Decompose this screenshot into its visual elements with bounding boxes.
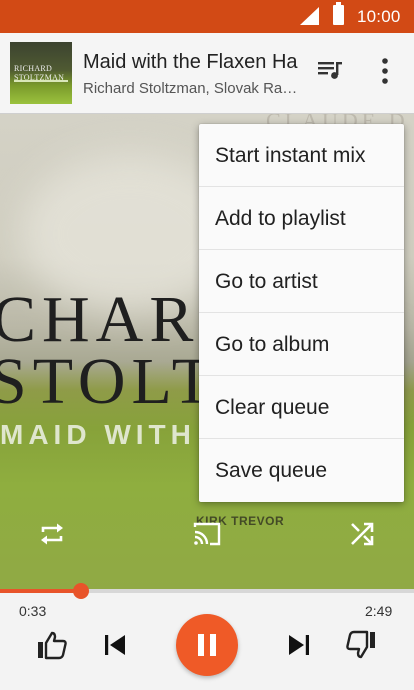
- status-bar: 10:00: [0, 0, 414, 33]
- signal-icon: [300, 7, 319, 25]
- now-playing-header[interactable]: RICHARD STOLTZMAN Maid with the Flaxen Ha…: [0, 33, 414, 114]
- track-title: Maid with the Flaxen Ha: [83, 51, 298, 73]
- thumb-up-icon[interactable]: [36, 630, 68, 660]
- menu-item-save-queue[interactable]: Save queue: [199, 439, 404, 502]
- pause-button[interactable]: [176, 614, 238, 676]
- more-vert-icon[interactable]: [372, 55, 398, 87]
- seek-bar-progress: [0, 589, 81, 593]
- queue-music-icon[interactable]: [315, 55, 345, 85]
- menu-item-go-to-artist[interactable]: Go to artist: [199, 250, 404, 313]
- seek-bar[interactable]: [0, 583, 414, 599]
- thumb-down-icon[interactable]: [345, 630, 377, 660]
- skip-previous-icon[interactable]: [103, 632, 127, 658]
- status-time: 10:00: [357, 7, 401, 26]
- track-artist: Richard Stoltzman, Slovak Radi...: [83, 80, 305, 97]
- art-text-stolt: STOLT: [0, 345, 219, 418]
- album-thumbnail[interactable]: RICHARD STOLTZMAN: [10, 42, 72, 104]
- skip-next-icon[interactable]: [287, 632, 311, 658]
- seek-bar-thumb[interactable]: [72, 583, 89, 599]
- menu-item-clear-queue[interactable]: Clear queue: [199, 376, 404, 439]
- menu-item-go-to-album[interactable]: Go to album: [199, 313, 404, 376]
- cast-icon[interactable]: [192, 521, 222, 547]
- repeat-icon[interactable]: [38, 520, 66, 548]
- thumbnail-stripe: [14, 80, 68, 82]
- overflow-menu: Start instant mix Add to playlist Go to …: [199, 124, 404, 502]
- art-text-maid: MAID WITH: [0, 419, 196, 450]
- shuffle-icon[interactable]: [349, 521, 375, 547]
- total-duration: 2:49: [365, 603, 393, 619]
- menu-item-add-to-playlist[interactable]: Add to playlist: [199, 187, 404, 250]
- battery-icon: [333, 2, 344, 25]
- menu-item-start-instant-mix[interactable]: Start instant mix: [199, 124, 404, 187]
- elapsed-time: 0:33: [19, 603, 47, 619]
